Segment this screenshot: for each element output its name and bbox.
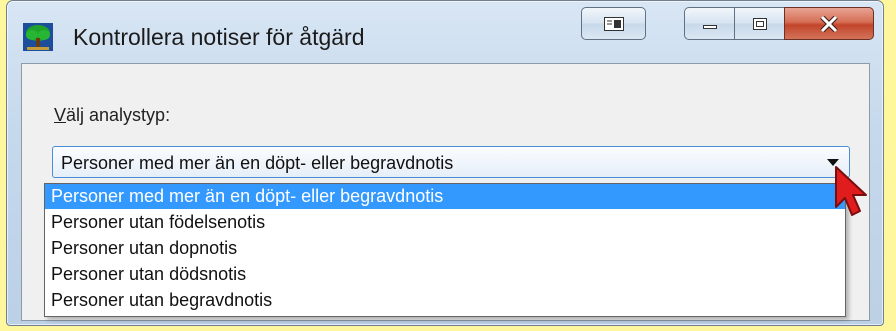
analysis-type-dropdown[interactable]: Personer med mer än en döpt- eller begra… [52,146,850,178]
maximize-button[interactable] [734,7,785,40]
share-window-button[interactable] [581,7,646,40]
title-bar[interactable]: Kontrollera notiser för åtgärd [7,1,883,63]
close-button[interactable] [784,7,874,40]
dropdown-option[interactable]: Personer utan födelsenotis [45,210,845,235]
maximize-icon [752,17,767,30]
dropdown-option[interactable]: Personer utan dödsnotis [45,262,845,287]
dropdown-list[interactable]: Personer med mer än en döpt- eller begra… [44,183,846,317]
tree-icon [23,23,53,51]
dropdown-option[interactable]: Personer med mer än en döpt- eller begra… [45,184,845,209]
mouse-pointer-icon [835,166,867,216]
dropdown-option[interactable]: Personer utan dopnotis [45,236,845,261]
label-text: älj analystyp: [66,105,171,125]
label-accelerator: V [54,105,67,125]
dropdown-option[interactable]: Personer utan begravdnotis [45,288,845,313]
close-icon [820,15,838,32]
dropdown-selected-value: Personer med mer än en döpt- eller begra… [61,153,454,173]
dual-pane-icon [603,16,624,31]
minimize-icon [703,24,717,29]
analysis-type-label: Välj analystyp: [54,104,170,126]
window-title: Kontrollera notiser för åtgärd [73,24,365,50]
minimize-button[interactable] [684,7,735,40]
